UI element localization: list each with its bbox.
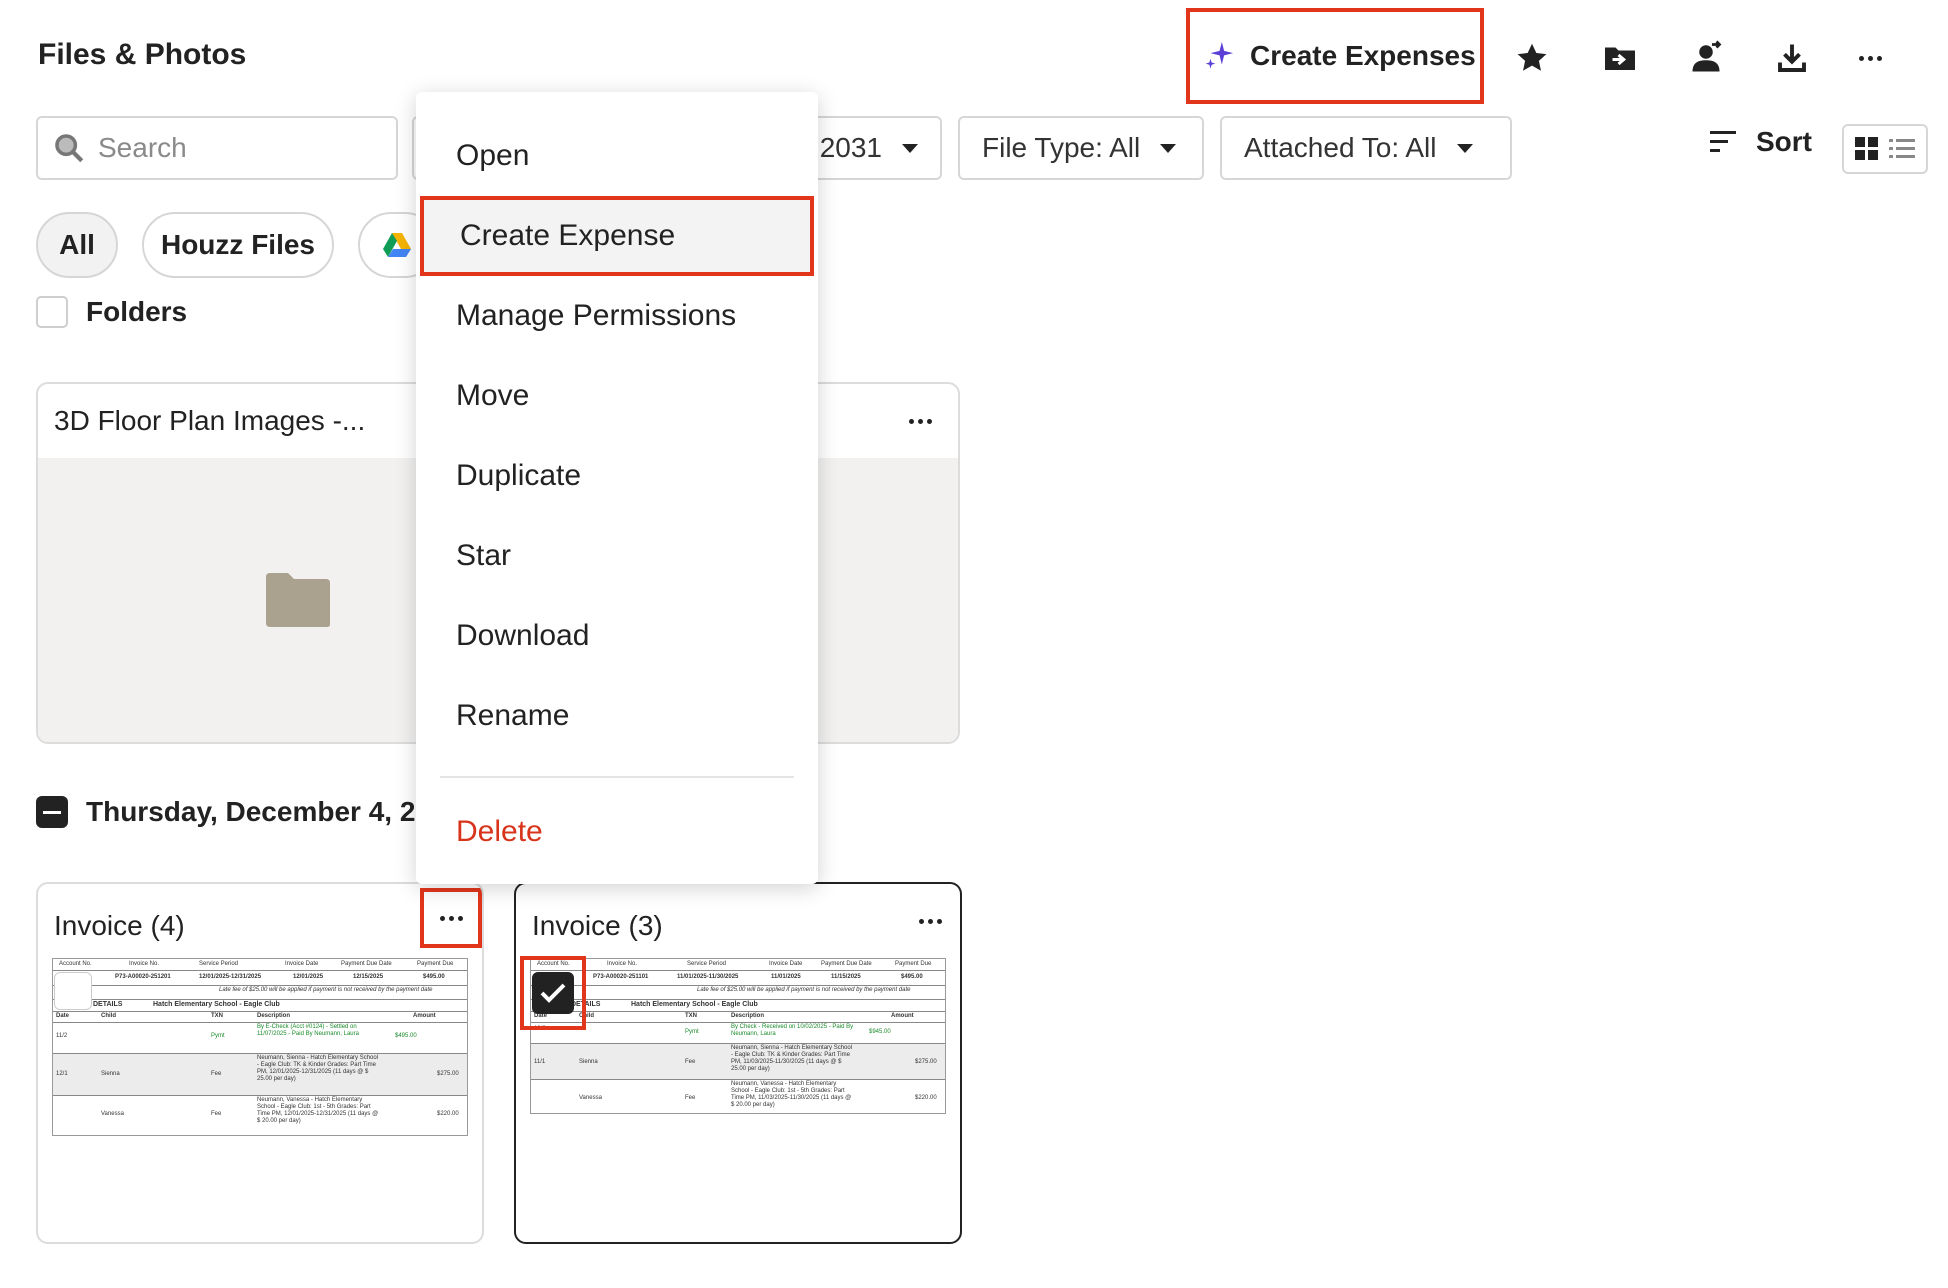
invoice-card[interactable]: Invoice (3) Account No. Invoice No. Serv… — [514, 882, 962, 1244]
download-icon[interactable] — [1772, 38, 1812, 78]
menu-item-manage-permissions[interactable]: Manage Permissions — [416, 276, 818, 356]
search-icon — [55, 134, 84, 163]
grid-view-icon[interactable] — [1853, 135, 1881, 163]
view-toggle[interactable] — [1842, 124, 1928, 174]
chevron-down-icon — [1456, 143, 1473, 153]
sparkle-icon — [1205, 41, 1234, 69]
search-input[interactable] — [98, 132, 378, 164]
sort-label: Sort — [1756, 126, 1812, 157]
attached-to-label: Attached To: All — [1244, 132, 1437, 163]
chevron-down-icon — [1160, 143, 1177, 153]
folders-label: Folders — [86, 296, 188, 327]
move-folder-icon[interactable] — [1600, 38, 1640, 78]
chip-all[interactable]: All — [36, 212, 118, 278]
checkmark-icon — [540, 983, 566, 1003]
share-user-icon[interactable] — [1686, 38, 1726, 78]
context-menu: Open Create Expense Manage Permissions M… — [416, 92, 818, 884]
date-group-label: Thursday, December 4, 20 — [86, 796, 431, 827]
google-drive-icon — [383, 233, 411, 257]
invoice-title: Invoice (4) — [54, 910, 185, 941]
date-group-header[interactable]: Thursday, December 4, 20 — [36, 796, 431, 828]
file-type-filter[interactable]: File Type: All — [958, 116, 1204, 180]
sort-button[interactable]: Sort — [1708, 126, 1812, 158]
deselect-group-checkbox[interactable] — [36, 796, 68, 828]
menu-item-move[interactable]: Move — [416, 356, 818, 436]
date-filter-label: 2031 — [819, 132, 882, 163]
invoice-select-checkbox[interactable] — [54, 972, 92, 1010]
folders-checkbox[interactable] — [36, 296, 68, 328]
invoice-title: Invoice (3) — [532, 910, 663, 941]
invoice-more-button[interactable] — [420, 888, 482, 948]
invoice-preview: Account No. Invoice No. Service Period I… — [530, 958, 946, 1114]
menu-item-delete[interactable]: Delete — [416, 792, 818, 872]
star-icon[interactable] — [1512, 38, 1552, 78]
invoice-more-button[interactable] — [910, 906, 950, 936]
sort-icon — [1710, 131, 1736, 152]
menu-divider — [440, 776, 794, 778]
search-box[interactable] — [36, 116, 398, 180]
attached-to-filter[interactable]: Attached To: All — [1220, 116, 1512, 180]
invoice-card[interactable]: Invoice (4) Account No. Invoice No. Serv… — [36, 882, 484, 1244]
folder-title: 3D Floor Plan Images -... — [54, 405, 366, 436]
more-icon[interactable] — [1850, 38, 1890, 78]
menu-item-rename[interactable]: Rename — [416, 676, 818, 756]
menu-item-duplicate[interactable]: Duplicate — [416, 436, 818, 516]
folders-toggle[interactable]: Folders — [36, 296, 187, 328]
chip-houzz-files[interactable]: Houzz Files — [142, 212, 334, 278]
menu-item-star[interactable]: Star — [416, 516, 818, 596]
menu-item-download[interactable]: Download — [416, 596, 818, 676]
invoice-preview: Account No. Invoice No. Service Period I… — [52, 958, 468, 1136]
create-expenses-button[interactable]: Create Expenses — [1186, 8, 1484, 104]
folder-icon — [266, 573, 330, 627]
page-title: Files & Photos — [38, 38, 247, 71]
invoice-select-highlight[interactable] — [520, 956, 586, 1030]
chevron-down-icon — [902, 143, 918, 153]
invoice-select-checkbox[interactable] — [532, 972, 574, 1014]
folder-more-icon[interactable] — [900, 406, 940, 436]
file-type-label: File Type: All — [982, 132, 1141, 163]
create-expenses-label: Create Expenses — [1250, 40, 1476, 71]
list-view-icon[interactable] — [1887, 135, 1917, 163]
menu-item-open[interactable]: Open — [416, 116, 818, 196]
menu-item-create-expense[interactable]: Create Expense — [420, 196, 814, 276]
